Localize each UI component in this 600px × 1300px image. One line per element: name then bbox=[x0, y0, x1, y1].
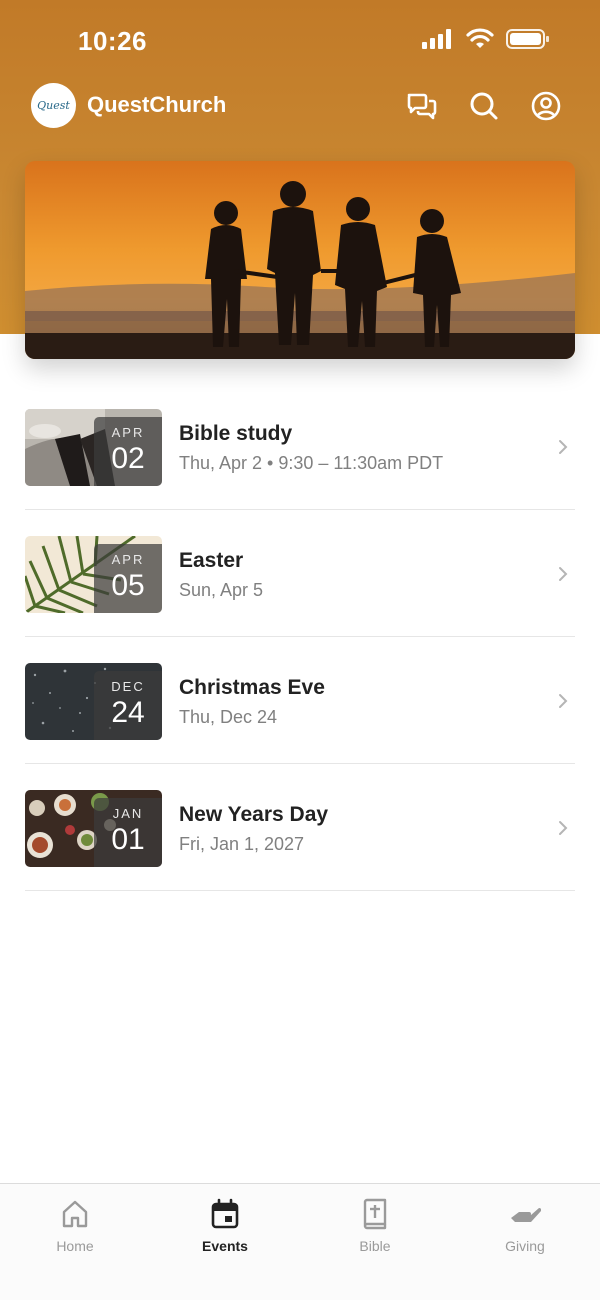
date-day: 02 bbox=[111, 442, 145, 475]
date-day: 01 bbox=[111, 823, 145, 856]
date-month: APR bbox=[111, 552, 145, 567]
event-thumbnail: APR 05 bbox=[25, 536, 162, 613]
account-circle-icon bbox=[531, 91, 561, 121]
app-bar: Quest QuestChurch bbox=[0, 80, 600, 132]
chevron-right-icon bbox=[559, 821, 568, 835]
date-badge: JAN 01 bbox=[94, 798, 162, 867]
tab-bible[interactable]: Bible bbox=[325, 1196, 425, 1254]
event-title: Christmas Eve bbox=[179, 676, 325, 699]
event-row[interactable]: DEC 24 Christmas Eve Thu, Dec 24 bbox=[25, 637, 575, 764]
chevron-right-icon bbox=[559, 567, 568, 581]
tab-label: Bible bbox=[359, 1238, 391, 1254]
date-month: DEC bbox=[111, 679, 145, 694]
app-title: QuestChurch bbox=[87, 92, 227, 117]
giving-hand-icon bbox=[511, 1207, 541, 1222]
event-title: Easter bbox=[179, 549, 244, 572]
logo-text: Quest bbox=[37, 99, 70, 112]
chevron-right-icon bbox=[559, 694, 568, 708]
event-thumbnail: JAN 01 bbox=[25, 790, 162, 867]
tab-label: Giving bbox=[505, 1238, 545, 1254]
event-thumbnail: APR 02 bbox=[25, 409, 162, 486]
search-icon bbox=[470, 92, 498, 120]
date-badge: APR 02 bbox=[94, 417, 162, 486]
bible-icon bbox=[363, 1198, 387, 1230]
status-icons bbox=[422, 28, 550, 50]
event-row[interactable]: APR 05 Easter Sun, Apr 5 bbox=[25, 510, 575, 637]
event-row[interactable]: JAN 01 New Years Day Fri, Jan 1, 2027 bbox=[25, 764, 575, 891]
chevron-right-icon bbox=[559, 440, 568, 454]
wifi-icon bbox=[466, 28, 494, 48]
search-button[interactable] bbox=[468, 90, 500, 122]
event-title: Bible study bbox=[179, 422, 293, 445]
church-logo[interactable]: Quest bbox=[31, 83, 76, 128]
tab-events[interactable]: Events bbox=[175, 1196, 275, 1254]
tab-label: Home bbox=[56, 1238, 94, 1254]
event-row[interactable]: APR 02 Bible study Thu, Apr 2 • 9:30 – 1… bbox=[25, 383, 575, 510]
date-month: JAN bbox=[112, 806, 144, 821]
event-subtitle: Thu, Apr 2 • 9:30 – 11:30am PDT bbox=[179, 453, 444, 473]
event-thumbnail: DEC 24 bbox=[25, 663, 162, 740]
bottom-tab-bar: Home Events Bible Giving bbox=[0, 1183, 600, 1300]
battery-icon bbox=[506, 29, 549, 49]
hero-banner-image[interactable] bbox=[25, 161, 575, 359]
signal-icon bbox=[422, 29, 451, 49]
date-day: 24 bbox=[111, 696, 145, 729]
tab-giving[interactable]: Giving bbox=[475, 1196, 575, 1254]
status-bar: 10:26 bbox=[0, 0, 600, 80]
tab-home[interactable]: Home bbox=[25, 1196, 125, 1254]
status-time: 10:26 bbox=[78, 26, 147, 56]
date-month: APR bbox=[111, 425, 145, 440]
calendar-icon bbox=[211, 1198, 239, 1229]
home-icon bbox=[62, 1200, 88, 1228]
date-day: 05 bbox=[111, 569, 145, 602]
event-title: New Years Day bbox=[179, 803, 329, 826]
tab-label: Events bbox=[202, 1238, 248, 1254]
events-list: APR 02 Bible study Thu, Apr 2 • 9:30 – 1… bbox=[25, 383, 575, 891]
event-subtitle: Thu, Dec 24 bbox=[179, 707, 278, 727]
profile-button[interactable] bbox=[530, 90, 562, 122]
messages-button[interactable] bbox=[406, 90, 438, 122]
app-actions bbox=[406, 90, 562, 122]
sunset-family-illustration bbox=[25, 161, 575, 359]
date-badge: DEC 24 bbox=[94, 671, 162, 740]
date-badge: APR 05 bbox=[94, 544, 162, 613]
event-subtitle: Sun, Apr 5 bbox=[179, 580, 264, 600]
event-subtitle: Fri, Jan 1, 2027 bbox=[179, 834, 305, 854]
chat-bubbles-icon bbox=[407, 93, 437, 120]
